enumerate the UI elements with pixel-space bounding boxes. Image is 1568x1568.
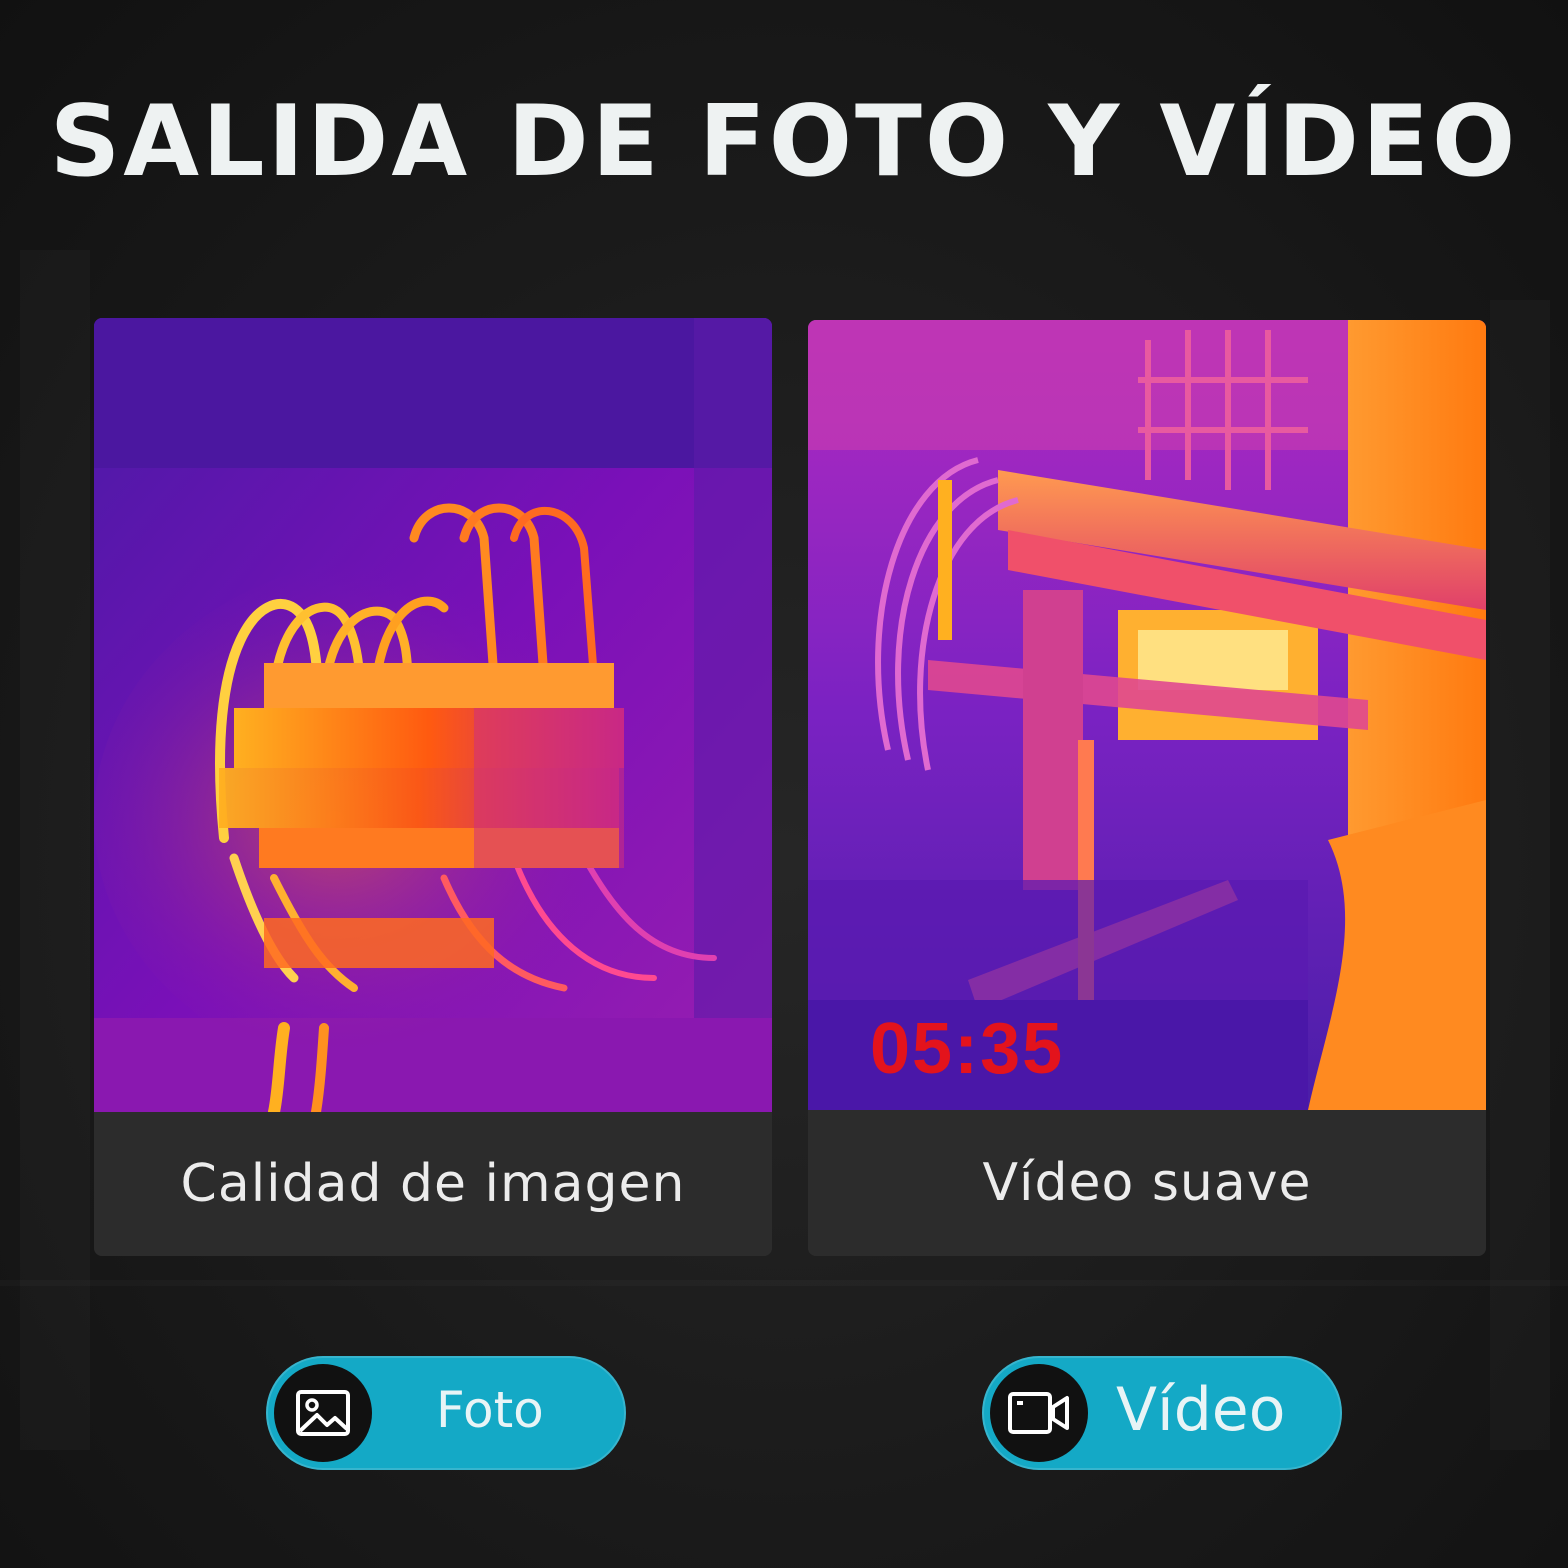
card-caption: Calidad de imagen bbox=[180, 1154, 686, 1214]
image-icon bbox=[274, 1364, 372, 1462]
smooth-video-card: 05:35 Vídeo suave bbox=[808, 320, 1486, 1256]
video-timer: 05:35 bbox=[870, 1009, 1065, 1089]
background-machinery bbox=[1490, 300, 1550, 1450]
page: SALIDA DE FOTO Y VÍDEO Calidad de imagen… bbox=[0, 0, 1568, 1568]
photo-mode-button[interactable]: Foto bbox=[266, 1356, 626, 1470]
video-mode-button[interactable]: Vídeo bbox=[982, 1356, 1342, 1470]
video-mode-label: Vídeo bbox=[1116, 1375, 1286, 1445]
page-title: SALIDA DE FOTO Y VÍDEO bbox=[49, 85, 1519, 199]
video-camera-icon bbox=[990, 1364, 1088, 1462]
photo-quality-card: Calidad de imagen bbox=[94, 318, 772, 1256]
card-caption: Vídeo suave bbox=[982, 1153, 1312, 1213]
thermal-video-frame bbox=[808, 320, 1486, 1110]
background-rail bbox=[0, 1280, 1568, 1286]
background-machinery bbox=[20, 250, 90, 1450]
caption-bar: Vídeo suave bbox=[808, 1110, 1486, 1256]
photo-mode-label: Foto bbox=[436, 1381, 544, 1439]
caption-bar: Calidad de imagen bbox=[94, 1112, 772, 1256]
thermal-photo-image bbox=[94, 318, 772, 1112]
